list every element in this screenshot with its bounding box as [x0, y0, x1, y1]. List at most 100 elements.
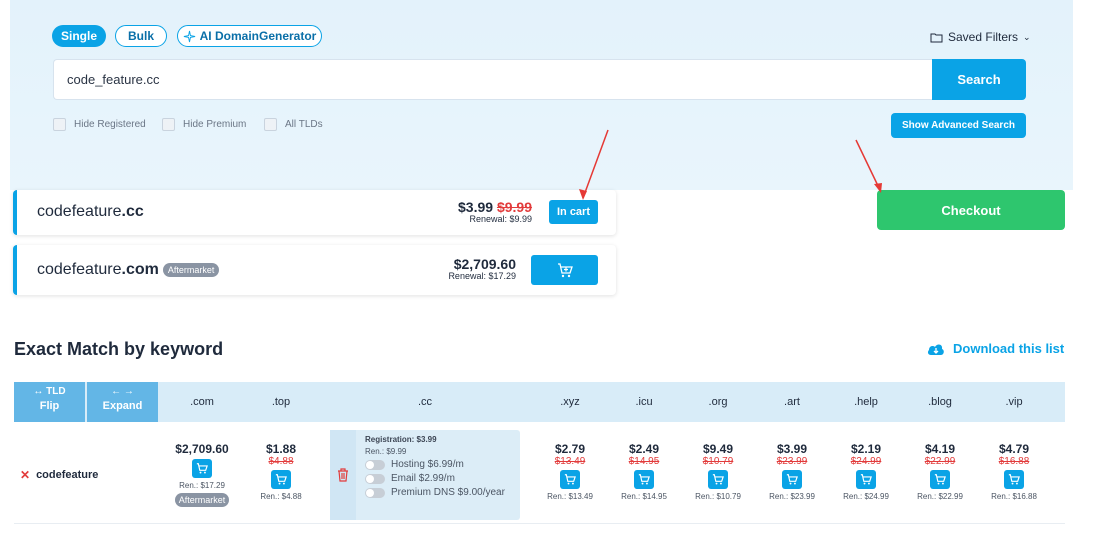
cart-plus-icon — [786, 474, 798, 485]
cell-renewal: Ren.: $17.29 — [179, 481, 225, 490]
domain-sld: codefeature — [37, 261, 122, 278]
expand-button[interactable]: ← → Expand — [87, 382, 158, 422]
tld-cell-top: $1.88 $4.88 Ren.: $4.88 — [246, 442, 316, 501]
ai-generator-label: AI DomainGenerator — [199, 29, 317, 43]
premium-dns-toggle[interactable]: Premium DNS $9.00/year — [365, 487, 505, 498]
expand-label: Expand — [102, 400, 143, 412]
add-to-cart-button[interactable] — [1004, 470, 1024, 489]
cell-price: $2.19 — [850, 442, 882, 456]
all-tlds-checkbox[interactable]: All TLDs — [264, 118, 323, 131]
cart-plus-icon — [638, 474, 650, 485]
column-header-org: .org — [708, 396, 728, 408]
checkbox-box — [264, 118, 277, 131]
hide-premium-checkbox[interactable]: Hide Premium — [162, 118, 246, 131]
price: $2,709.60 — [453, 256, 516, 272]
add-to-cart-button[interactable] — [930, 470, 950, 489]
column-header-com: .com — [190, 396, 214, 408]
cloud-download-icon — [927, 344, 944, 355]
add-to-cart-button[interactable] — [531, 255, 598, 285]
add-to-cart-button[interactable] — [560, 470, 580, 489]
chevron-down-icon: ⌄ — [1023, 31, 1031, 42]
domain-tld: .cc — [121, 203, 144, 220]
show-advanced-search-button[interactable]: Show Advanced Search — [891, 113, 1026, 138]
price-block: $3.99 $9.99 Renewal: $9.99 — [458, 199, 532, 224]
add-to-cart-button[interactable] — [192, 459, 212, 478]
cart-plus-icon — [860, 474, 872, 485]
tld-cell-com: $2,709.60 Ren.: $17.29 Aftermarket — [167, 442, 237, 508]
cell-renewal: Ren.: $24.99 — [843, 492, 889, 501]
cart-item-cc: codefeature.cc $3.99 $9.99 Renewal: $9.9… — [13, 190, 616, 235]
old-price: $9.99 — [496, 199, 532, 215]
renewal-price: Renewal: $9.99 — [469, 214, 532, 224]
add-to-cart-button[interactable] — [708, 470, 728, 489]
cc-details: Registration: $3.99 Ren.: $9.99 Hosting … — [365, 435, 505, 498]
cart-plus-icon — [934, 474, 946, 485]
cell-old-price: $14.95 — [628, 456, 660, 467]
add-to-cart-button[interactable] — [856, 470, 876, 489]
keyword-cell: ✕ codefeature — [20, 468, 98, 482]
download-list-link[interactable]: Download this list — [927, 341, 1064, 356]
mode-bulk-tab[interactable]: Bulk — [115, 25, 167, 47]
toggle-switch[interactable] — [365, 473, 385, 484]
cell-price: $9.49 — [702, 442, 734, 456]
mode-single-tab[interactable]: Single — [52, 25, 106, 47]
column-header-xyz: .xyz — [560, 396, 580, 408]
cart-plus-icon — [1008, 474, 1020, 485]
price-block: $2,709.60 Renewal: $17.29 — [448, 256, 516, 281]
cell-price: $1.88 — [265, 442, 297, 456]
cell-price: $4.79 — [998, 442, 1030, 456]
cell-old-price: $23.99 — [776, 456, 808, 467]
cart-plus-icon — [196, 463, 208, 474]
checkbox-label: Hide Premium — [183, 119, 247, 130]
toggle-switch[interactable] — [365, 487, 385, 498]
tld-table-header: ↔ TLD Flip ← → Expand .com .top .cc .xyz… — [14, 382, 1065, 422]
column-header-vip: .vip — [1005, 396, 1023, 408]
search-button[interactable]: Search — [932, 59, 1026, 100]
mode-ai-generator-tab[interactable]: AI DomainGenerator — [177, 25, 322, 47]
keyword-label: codefeature — [36, 469, 99, 481]
saved-filters-label: Saved Filters — [948, 30, 1019, 44]
cell-renewal: Ren.: $23.99 — [769, 492, 815, 501]
domain-search-input[interactable]: code_feature.cc — [53, 59, 933, 100]
column-header-cc: .cc — [417, 396, 433, 408]
aftermarket-badge: Aftermarket — [162, 263, 220, 277]
email-toggle[interactable]: Email $2.99/m — [365, 473, 505, 484]
saved-filters-dropdown[interactable]: Saved Filters ⌄ — [930, 30, 1031, 44]
flip-label: Flip — [39, 400, 60, 412]
add-to-cart-button[interactable] — [782, 470, 802, 489]
close-icon[interactable]: ✕ — [20, 468, 30, 482]
hosting-toggle[interactable]: Hosting $6.99/m — [365, 459, 505, 470]
checkbox-box — [162, 118, 175, 131]
cell-renewal: Ren.: $10.79 — [695, 492, 741, 501]
cart-plus-icon — [275, 474, 287, 485]
tld-cell-xyz: $2.79 $13.49 Ren.: $13.49 — [535, 442, 605, 501]
checkbox-label: Hide Registered — [74, 119, 146, 130]
flip-button[interactable]: ↔ TLD Flip — [14, 382, 85, 422]
cell-price: $4.19 — [924, 442, 956, 456]
hide-registered-checkbox[interactable]: Hide Registered — [53, 118, 146, 131]
cell-price: $2.79 — [554, 442, 586, 456]
registration-price: Registration: $3.99 — [365, 435, 437, 444]
domain-tld: .com — [121, 261, 159, 278]
option-label: Hosting $6.99/m — [391, 459, 464, 470]
cell-renewal: Ren.: $13.49 — [547, 492, 593, 501]
toggle-switch[interactable] — [365, 459, 385, 470]
column-header-top: .top — [271, 396, 291, 408]
remove-from-cart-button[interactable] — [330, 430, 356, 520]
folder-icon — [930, 33, 943, 42]
checkout-button[interactable]: Checkout — [877, 190, 1065, 230]
aftermarket-badge: Aftermarket — [174, 493, 230, 507]
cell-old-price: $10.79 — [702, 456, 734, 467]
trash-icon — [338, 468, 348, 482]
expand-icon: ← → — [111, 386, 134, 397]
cart-plus-icon — [712, 474, 724, 485]
column-header-icu: .icu — [635, 396, 653, 408]
domain-name: codefeature.cc — [37, 203, 144, 221]
add-to-cart-button[interactable] — [271, 470, 291, 489]
tld-cell-cc: Registration: $3.99 Ren.: $9.99 Hosting … — [330, 430, 520, 520]
in-cart-button[interactable]: In cart — [549, 200, 598, 224]
cell-price: $2.49 — [628, 442, 660, 456]
add-to-cart-button[interactable] — [634, 470, 654, 489]
cell-price: $3.99 — [776, 442, 808, 456]
cell-renewal: Ren.: $4.88 — [260, 492, 302, 501]
